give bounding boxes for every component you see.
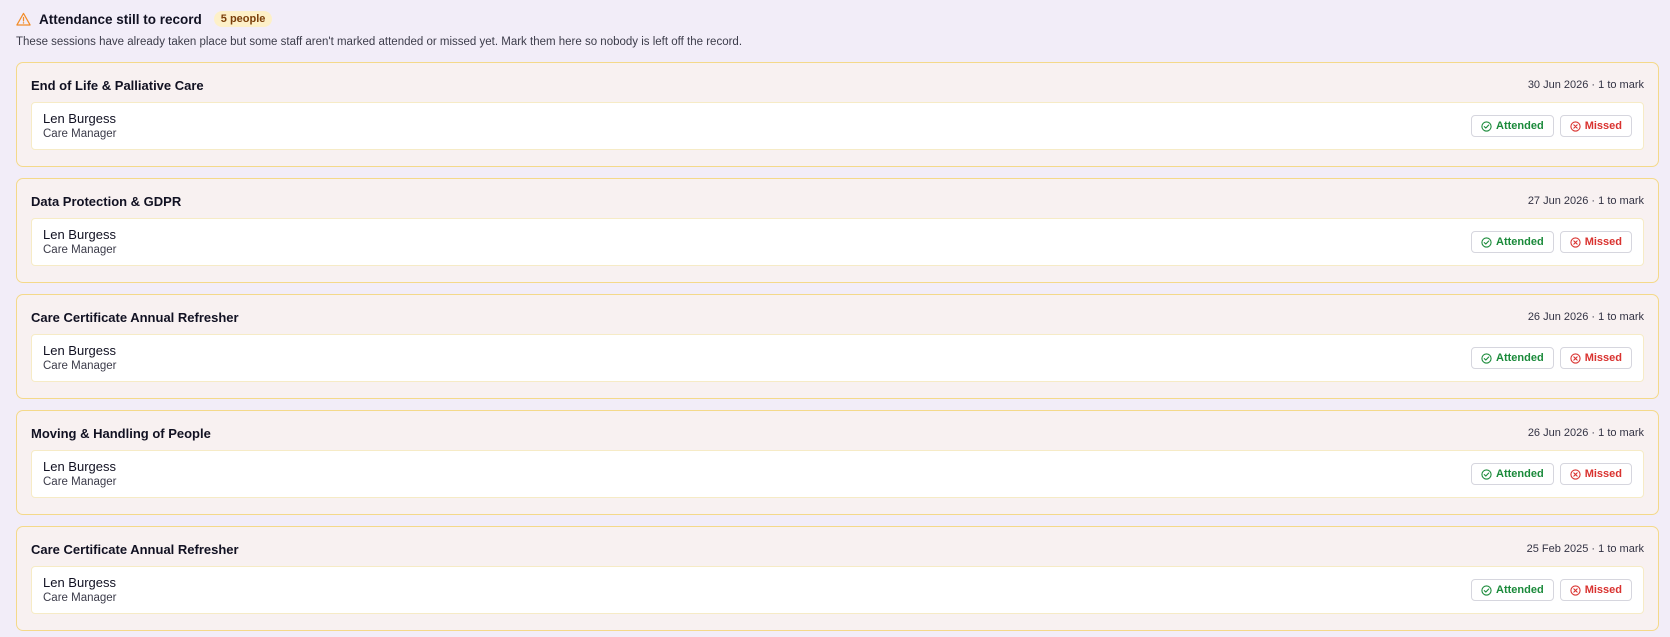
attendee-role: Care Manager (43, 244, 117, 256)
page-subtitle: These sessions have already taken place … (16, 36, 743, 48)
mark-attended-button[interactable]: Attended (1471, 231, 1554, 253)
attendance-actions: Attended Missed (1471, 231, 1632, 253)
attendee-name: Len Burgess (43, 343, 116, 358)
check-circle-icon (1481, 468, 1492, 480)
attended-label: Attended (1496, 468, 1544, 480)
attendee-name: Len Burgess (43, 459, 116, 474)
x-circle-icon (1570, 468, 1581, 480)
session-title: Care Certificate Annual Refresher (31, 309, 239, 325)
attendance-actions: Attended Missed (1471, 463, 1632, 485)
session-header: Moving & Handling of People 26 Jun 2026 … (31, 425, 1644, 441)
attendee-info: Len Burgess Care Manager (43, 227, 117, 257)
session-card: Data Protection & GDPR 27 Jun 2026 · 1 t… (16, 178, 1659, 283)
session-header: Data Protection & GDPR 27 Jun 2026 · 1 t… (31, 193, 1644, 209)
people-count-badge: 5 people (213, 11, 273, 27)
session-header: End of Life & Palliative Care 30 Jun 202… (31, 77, 1644, 93)
missed-label: Missed (1584, 236, 1622, 248)
attendee-name: Len Burgess (43, 575, 116, 590)
mark-missed-button[interactable]: Missed (1559, 463, 1632, 485)
mark-missed-button[interactable]: Missed (1559, 579, 1632, 601)
missed-label: Missed (1584, 352, 1622, 364)
x-circle-icon (1570, 120, 1581, 132)
mark-missed-button[interactable]: Missed (1559, 231, 1632, 253)
mark-missed-button[interactable]: Missed (1559, 347, 1632, 369)
attendee-info: Len Burgess Care Manager (43, 343, 117, 373)
attendee-row: Len Burgess Care Manager Attended Missed (31, 102, 1644, 150)
session-list: End of Life & Palliative Care 30 Jun 202… (16, 62, 1659, 631)
session-card: Moving & Handling of People 26 Jun 2026 … (16, 410, 1659, 515)
session-title: End of Life & Palliative Care (31, 77, 204, 93)
attendee-role: Care Manager (43, 360, 117, 372)
session-title: Moving & Handling of People (31, 425, 211, 441)
attendee-info: Len Burgess Care Manager (43, 459, 117, 489)
attendee-role: Care Manager (43, 476, 117, 488)
x-circle-icon (1570, 236, 1581, 248)
attendee-role: Care Manager (43, 128, 117, 140)
check-circle-icon (1481, 236, 1492, 248)
session-meta: 25 Feb 2025 · 1 to mark (1526, 543, 1644, 555)
mark-attended-button[interactable]: Attended (1471, 347, 1554, 369)
session-card: End of Life & Palliative Care 30 Jun 202… (16, 62, 1659, 167)
attendee-row: Len Burgess Care Manager Attended Missed (31, 218, 1644, 266)
session-meta: 27 Jun 2026 · 1 to mark (1527, 195, 1644, 207)
session-header: Care Certificate Annual Refresher 26 Jun… (31, 309, 1644, 325)
attendee-row: Len Burgess Care Manager Attended Missed (31, 566, 1644, 614)
attended-label: Attended (1496, 236, 1544, 248)
attendee-row: Len Burgess Care Manager Attended Missed (31, 450, 1644, 498)
session-header: Care Certificate Annual Refresher 25 Feb… (31, 541, 1644, 557)
session-title: Data Protection & GDPR (31, 193, 182, 209)
check-circle-icon (1481, 352, 1492, 364)
session-card: Care Certificate Annual Refresher 26 Jun… (16, 294, 1659, 399)
attendee-role: Care Manager (43, 592, 117, 604)
attendee-info: Len Burgess Care Manager (43, 575, 117, 605)
mark-attended-button[interactable]: Attended (1471, 115, 1554, 137)
attendee-info: Len Burgess Care Manager (43, 111, 117, 141)
attendance-actions: Attended Missed (1471, 115, 1632, 137)
mark-attended-button[interactable]: Attended (1471, 463, 1554, 485)
attendance-actions: Attended Missed (1471, 579, 1632, 601)
attended-label: Attended (1496, 352, 1544, 364)
mark-attended-button[interactable]: Attended (1471, 579, 1554, 601)
missed-label: Missed (1584, 468, 1622, 480)
session-meta: 26 Jun 2026 · 1 to mark (1527, 427, 1644, 439)
missed-label: Missed (1584, 584, 1622, 596)
attendance-actions: Attended Missed (1471, 347, 1632, 369)
session-card: Care Certificate Annual Refresher 25 Feb… (16, 526, 1659, 631)
attendee-name: Len Burgess (43, 227, 116, 242)
attendee-row: Len Burgess Care Manager Attended Missed (31, 334, 1644, 382)
attended-label: Attended (1496, 120, 1544, 132)
session-meta: 30 Jun 2026 · 1 to mark (1527, 79, 1644, 91)
attended-label: Attended (1496, 584, 1544, 596)
check-circle-icon (1481, 120, 1492, 132)
attendee-name: Len Burgess (43, 111, 116, 126)
warning-triangle-icon (16, 12, 31, 27)
attendance-header: Attendance still to record 5 people (16, 11, 1659, 27)
mark-missed-button[interactable]: Missed (1559, 115, 1632, 137)
session-title: Care Certificate Annual Refresher (31, 541, 239, 557)
session-meta: 26 Jun 2026 · 1 to mark (1527, 311, 1644, 323)
missed-label: Missed (1584, 120, 1622, 132)
x-circle-icon (1570, 584, 1581, 596)
check-circle-icon (1481, 584, 1492, 596)
page-title: Attendance still to record (39, 11, 202, 27)
x-circle-icon (1570, 352, 1581, 364)
